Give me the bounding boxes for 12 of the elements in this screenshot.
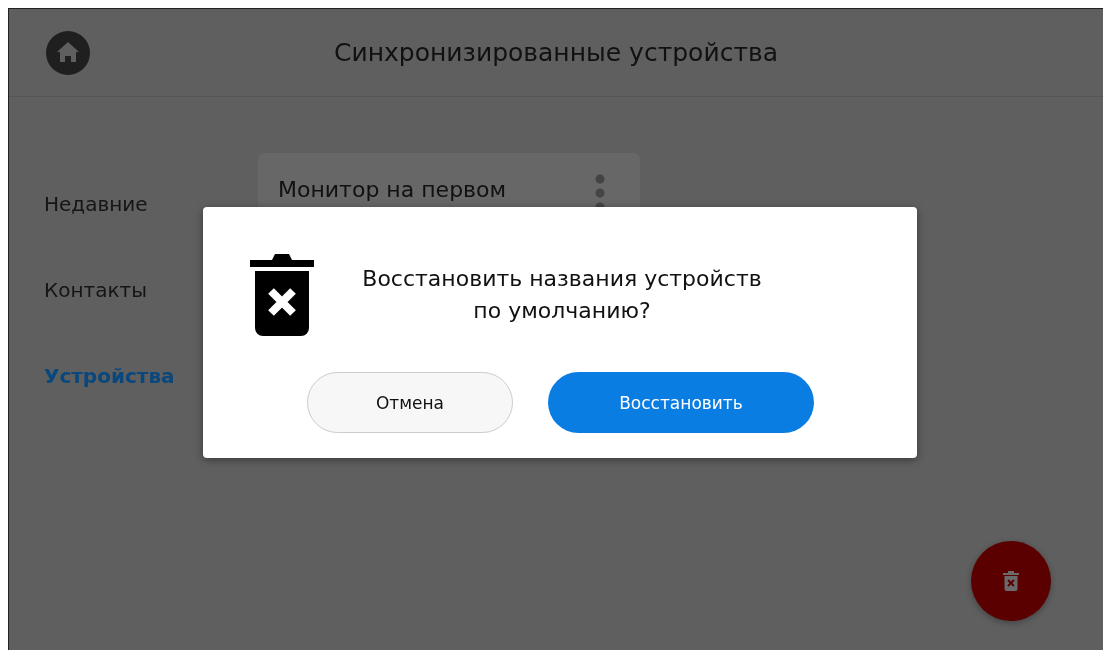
delete-fab-button[interactable]	[971, 541, 1051, 621]
home-icon[interactable]	[46, 30, 90, 75]
cancel-button[interactable]: Отмена	[307, 372, 513, 433]
dialog-message: Восстановить названия устройств по умолчанию?	[361, 265, 763, 325]
sidebar-item[interactable]: Устройства	[44, 363, 175, 389]
trash-icon	[1003, 571, 1019, 591]
device-name: Монитор на первом	[278, 177, 507, 202]
restore-button[interactable]: Восстановить	[548, 372, 814, 433]
sidebar-item[interactable]: Контакты	[44, 277, 147, 303]
sidebar-item[interactable]: Недавние	[44, 191, 148, 217]
trash-icon	[250, 254, 314, 336]
screen-title: Синхронизированные устройства	[334, 38, 778, 67]
